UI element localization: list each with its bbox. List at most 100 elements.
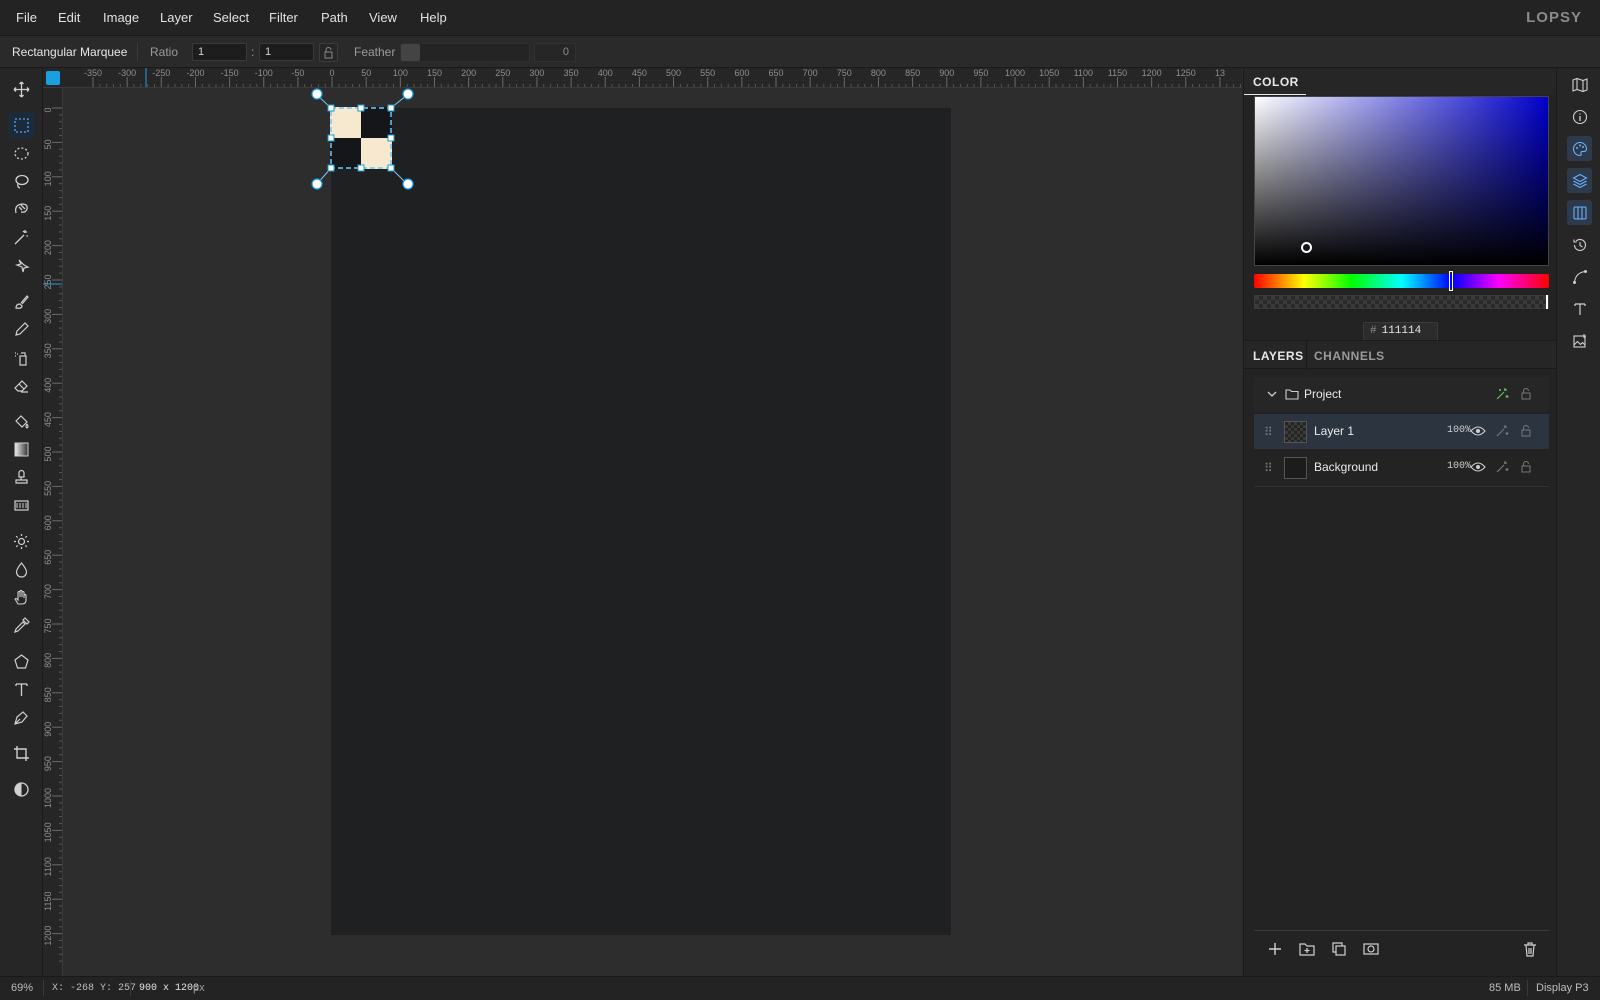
- ellipse-marquee-tool[interactable]: [8, 140, 35, 167]
- navigator-panel-button[interactable]: [1567, 72, 1592, 97]
- history-panel-button[interactable]: [1567, 232, 1592, 257]
- eye-icon[interactable]: [1470, 423, 1486, 439]
- tab-color[interactable]: COLOR: [1253, 75, 1299, 89]
- gradient-tool[interactable]: [8, 436, 35, 463]
- drag-handle-icon[interactable]: ⠿: [1264, 425, 1273, 439]
- mask-icon[interactable]: [1362, 940, 1380, 958]
- menu-select[interactable]: Select: [213, 10, 249, 25]
- resize-handle[interactable]: [357, 104, 365, 112]
- ruler-origin-button[interactable]: [46, 71, 60, 85]
- layer-opacity[interactable]: 100%: [1447, 425, 1471, 436]
- hex-value[interactable]: 111114: [1382, 325, 1422, 337]
- chevron-down-icon[interactable]: [1264, 386, 1280, 402]
- lasso-tool[interactable]: [8, 168, 35, 195]
- trash-icon[interactable]: [1521, 940, 1539, 958]
- eyedropper-tool[interactable]: [8, 612, 35, 639]
- magic-wand-tool[interactable]: [8, 224, 35, 251]
- menu-layer[interactable]: Layer: [160, 10, 193, 25]
- layer-row[interactable]: ⠿ Layer 1 100%: [1254, 414, 1549, 449]
- dodge-tool[interactable]: [8, 528, 35, 555]
- tab-channels[interactable]: CHANNELS: [1314, 349, 1385, 363]
- zoom-level[interactable]: 69%: [11, 982, 33, 994]
- tab-layers[interactable]: LAYERS: [1253, 349, 1304, 363]
- spray-tool[interactable]: [8, 344, 35, 371]
- text-tool[interactable]: [8, 676, 35, 703]
- blur-tool[interactable]: [8, 556, 35, 583]
- quick-select-tool[interactable]: [8, 252, 35, 279]
- rect-marquee-tool[interactable]: [8, 112, 35, 139]
- magnetic-lasso-tool[interactable]: [8, 196, 35, 223]
- effects-icon[interactable]: [1494, 459, 1510, 475]
- ratio-width-input[interactable]: [192, 43, 247, 61]
- color-picker-handle[interactable]: [1301, 242, 1312, 253]
- color-panel-button[interactable]: [1567, 136, 1592, 161]
- pen-tool[interactable]: [8, 704, 35, 731]
- paths-panel-button[interactable]: [1567, 264, 1592, 289]
- info-panel-button[interactable]: [1567, 104, 1592, 129]
- add-layer-icon[interactable]: [1266, 940, 1284, 958]
- channels-panel-button[interactable]: [1567, 200, 1592, 225]
- resize-handle[interactable]: [357, 164, 365, 172]
- crop-tool[interactable]: [8, 740, 35, 767]
- color-profile[interactable]: Display P3: [1536, 982, 1589, 994]
- type-panel-button[interactable]: [1567, 296, 1592, 321]
- hue-slider-handle[interactable]: [1449, 271, 1453, 291]
- canvas-viewport[interactable]: [63, 88, 1242, 976]
- lock-icon[interactable]: [1518, 459, 1534, 475]
- menu-view[interactable]: View: [369, 10, 397, 25]
- stamp-tool[interactable]: [8, 464, 35, 491]
- eye-icon[interactable]: [1470, 459, 1486, 475]
- image-panel-button[interactable]: [1567, 328, 1592, 353]
- smudge-tool[interactable]: [8, 584, 35, 611]
- menu-filter[interactable]: Filter: [269, 10, 298, 25]
- shape-tool[interactable]: [8, 648, 35, 675]
- menu-edit[interactable]: Edit: [58, 10, 80, 25]
- memory-usage: 85 MB: [1489, 982, 1521, 994]
- layer-name[interactable]: Layer 1: [1314, 424, 1354, 438]
- hex-color-input[interactable]: #111114: [1363, 322, 1438, 341]
- eraser-tool[interactable]: [8, 372, 35, 399]
- layer-group-row[interactable]: Project: [1254, 377, 1549, 412]
- mask-tool[interactable]: [8, 776, 35, 803]
- resize-handle[interactable]: [387, 134, 395, 142]
- layer-name[interactable]: Background: [1314, 460, 1378, 474]
- duplicate-icon[interactable]: [1330, 940, 1348, 958]
- rotate-handle[interactable]: [311, 88, 323, 100]
- pencil-tool[interactable]: [8, 316, 35, 343]
- layers-panel-button[interactable]: [1567, 168, 1592, 193]
- menu-path[interactable]: Path: [321, 10, 348, 25]
- resize-handle[interactable]: [327, 104, 335, 112]
- effects-icon[interactable]: [1494, 423, 1510, 439]
- saturation-value-picker[interactable]: [1254, 96, 1549, 266]
- lock-icon[interactable]: [1518, 423, 1534, 439]
- alpha-slider[interactable]: [1254, 295, 1549, 309]
- rotate-handle[interactable]: [311, 178, 323, 190]
- rotate-handle[interactable]: [402, 178, 414, 190]
- feather-slider[interactable]: [400, 43, 530, 62]
- move-tool[interactable]: [8, 76, 35, 103]
- resize-handle[interactable]: [387, 164, 395, 172]
- hue-slider[interactable]: [1254, 274, 1549, 288]
- resize-handle[interactable]: [327, 134, 335, 142]
- ratio-height-input[interactable]: [259, 43, 314, 61]
- new-group-icon[interactable]: [1298, 940, 1316, 958]
- feather-slider-handle[interactable]: [401, 44, 420, 61]
- ratio-lock-button[interactable]: [319, 43, 338, 62]
- brush-tool[interactable]: [8, 288, 35, 315]
- menu-image[interactable]: Image: [103, 10, 139, 25]
- menu-help[interactable]: Help: [420, 10, 447, 25]
- menu-file[interactable]: File: [16, 10, 37, 25]
- group-name[interactable]: Project: [1304, 387, 1341, 401]
- effects-icon[interactable]: [1494, 386, 1510, 402]
- resize-handle[interactable]: [387, 104, 395, 112]
- lock-icon[interactable]: [1518, 386, 1534, 402]
- pattern-tool[interactable]: [8, 492, 35, 519]
- fill-tool[interactable]: [8, 408, 35, 435]
- layer-opacity[interactable]: 100%: [1447, 461, 1471, 472]
- layer-row[interactable]: ⠿ Background 100%: [1254, 450, 1549, 485]
- alpha-slider-handle[interactable]: [1546, 295, 1548, 309]
- rotate-handle[interactable]: [402, 88, 414, 100]
- resize-handle[interactable]: [327, 164, 335, 172]
- feather-value[interactable]: 0: [534, 43, 576, 62]
- drag-handle-icon[interactable]: ⠿: [1264, 461, 1273, 475]
